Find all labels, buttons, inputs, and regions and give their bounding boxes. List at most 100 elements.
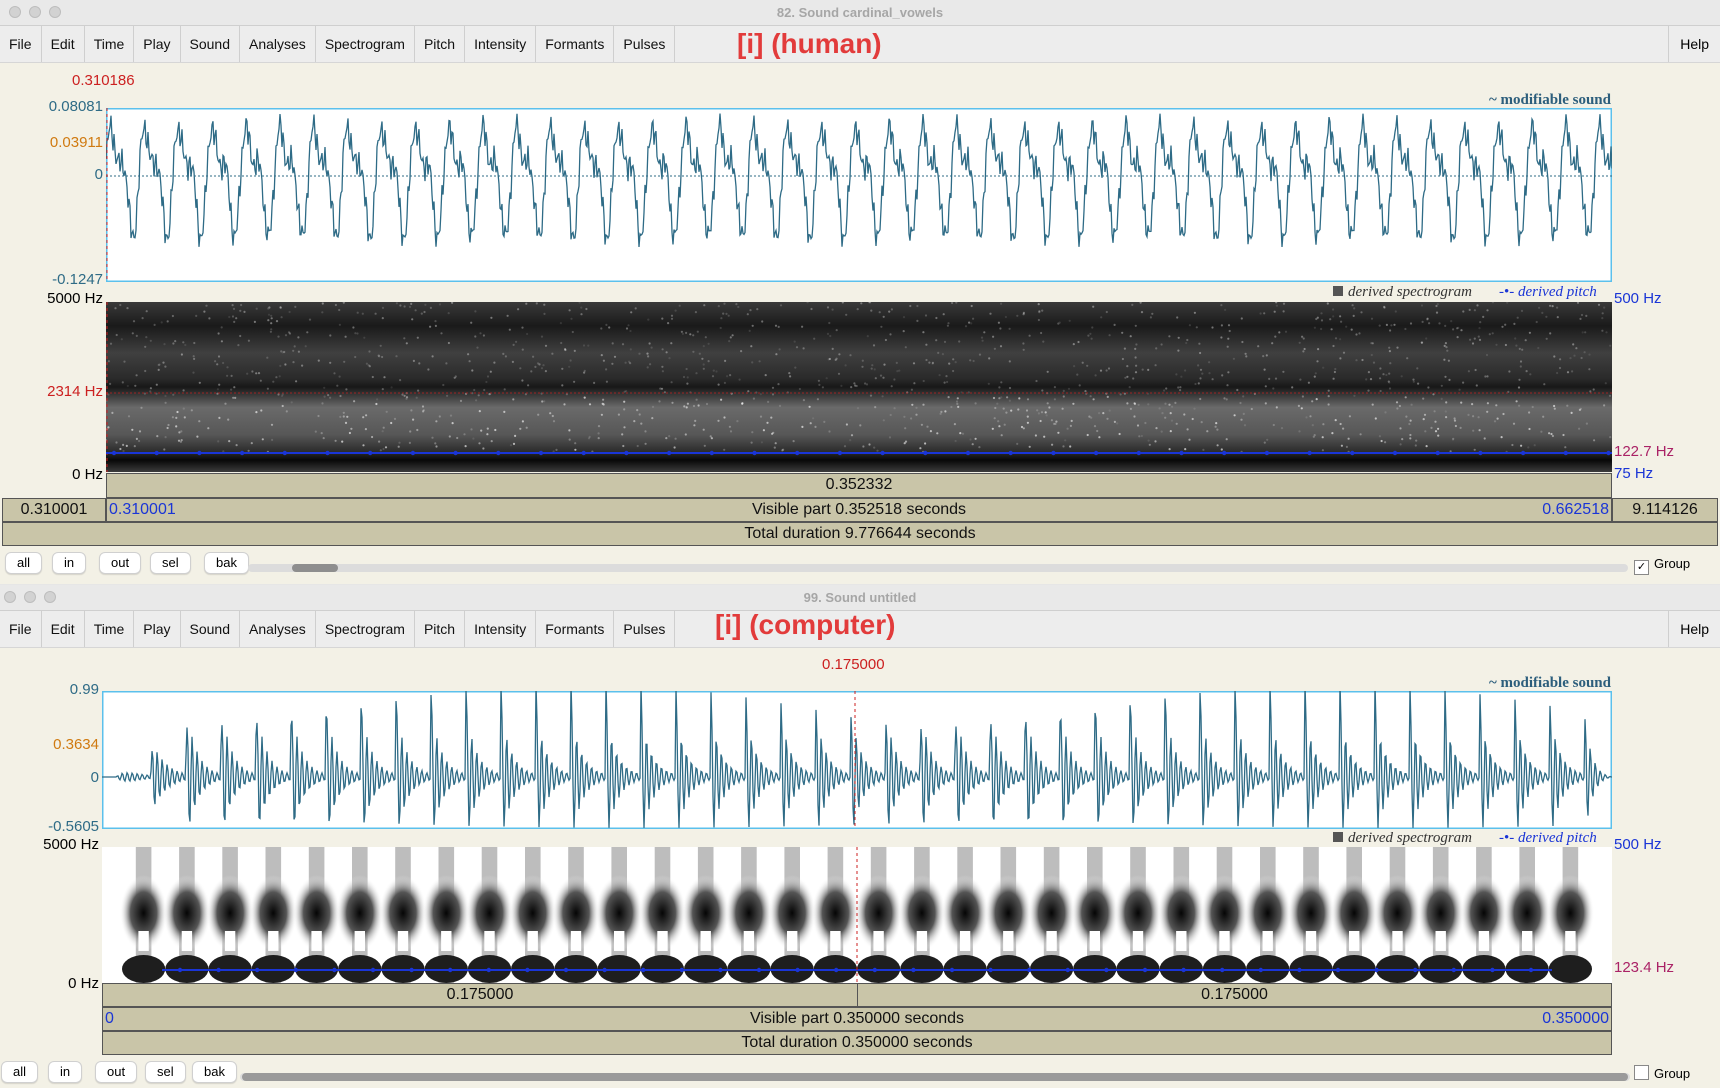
spectrogram-speckle (442, 383, 445, 387)
menu-pulses[interactable]: Pulses (614, 611, 676, 647)
spectrogram-speckle (1265, 354, 1268, 357)
right-out-of-view-bar[interactable]: 9.114126 (1612, 498, 1718, 522)
spectrogram-speckle (1519, 365, 1522, 368)
visible-part-bar[interactable]: 0 Visible part 0.350000 seconds 0.350000 (102, 1007, 1612, 1031)
waveform-plot[interactable] (102, 691, 1612, 829)
group-checkbox[interactable]: ✓ Group (1634, 556, 1690, 575)
zoom-in-button[interactable]: in (48, 1061, 83, 1083)
menu-sound[interactable]: Sound (181, 26, 240, 62)
menu-intensity[interactable]: Intensity (465, 611, 537, 647)
visible-part-bar[interactable]: 0.310001 Visible part 0.352518 seconds 0… (106, 498, 1612, 522)
spectrogram-speckle (673, 446, 676, 449)
menu-pitch[interactable]: Pitch (415, 611, 466, 647)
pitch-point (1008, 450, 1013, 456)
spectrogram-speckle (259, 379, 262, 382)
spectrogram-speckle (503, 388, 506, 391)
spectrogram-speckle (1155, 427, 1158, 430)
menu-spectrogram[interactable]: Spectrogram (316, 26, 415, 62)
zoom-all-button[interactable]: all (1, 1061, 39, 1083)
spectrogram-speckle (486, 433, 489, 436)
spectrogram-speckle (422, 409, 425, 412)
menu-help[interactable]: Help (1668, 26, 1720, 62)
spectrogram-speckle (728, 340, 731, 343)
spectrogram-speckle (160, 321, 163, 324)
menu-formants[interactable]: Formants (536, 611, 615, 647)
menu-time[interactable]: Time (85, 611, 135, 647)
selection-right-bar[interactable]: 0.175000 (857, 983, 1612, 1007)
menu-pulses[interactable]: Pulses (614, 26, 676, 62)
left-out-of-view-bar[interactable]: 0.310001 (2, 498, 106, 522)
spectrogram-speckle (378, 440, 381, 443)
spectrogram-speckle (454, 375, 457, 378)
spectrogram-speckle (1086, 364, 1089, 367)
menu-time[interactable]: Time (85, 26, 135, 62)
spectrogram-speckle (702, 345, 705, 348)
zoom-back-button[interactable]: bak (204, 552, 249, 574)
spectrogram-speckle (107, 426, 110, 429)
menu-file[interactable]: File (0, 26, 42, 62)
menu-help[interactable]: Help (1668, 611, 1720, 647)
waveform-plot[interactable] (106, 108, 1612, 282)
spectrogram-speckle (1121, 357, 1124, 361)
zoom-in-button[interactable]: in (52, 552, 87, 574)
spectrogram-speckle (267, 319, 270, 322)
zoom-out-button[interactable]: out (95, 1061, 138, 1083)
spectrogram-speckle (290, 401, 293, 404)
spectrogram-speckle (379, 449, 382, 452)
spectrogram-speckle (1485, 353, 1489, 357)
zoom-back-button[interactable]: bak (192, 1061, 237, 1083)
horizontal-scrollbar[interactable] (248, 564, 1628, 572)
scrollbar-thumb[interactable] (292, 564, 338, 572)
menu-sound[interactable]: Sound (181, 611, 240, 647)
menu-pitch[interactable]: Pitch (415, 26, 466, 62)
spectrogram-speckle (233, 320, 236, 323)
spectrogram-speckle (1543, 383, 1546, 386)
menu-play[interactable]: Play (134, 611, 181, 647)
horizontal-scrollbar[interactable] (240, 1073, 1630, 1081)
overlay-title: [i] (computer) (715, 609, 896, 640)
spectrogram-speckle (1469, 338, 1472, 341)
spectrogram-speckle (1179, 386, 1182, 389)
spectrogram-gap (1262, 931, 1273, 951)
spectrogram-speckle (1312, 435, 1315, 438)
pitch-point (154, 450, 159, 456)
spectrogram-speckle (1066, 427, 1069, 430)
zoom-selection-button[interactable]: sel (145, 1061, 186, 1083)
total-duration-bar[interactable]: Total duration 0.350000 seconds (102, 1031, 1612, 1055)
selection-left-bar[interactable]: 0.175000 (102, 983, 858, 1007)
spectrogram-speckle (122, 443, 125, 446)
menu-edit[interactable]: Edit (42, 611, 85, 647)
menu-intensity[interactable]: Intensity (465, 26, 537, 62)
total-duration-bar[interactable]: Total duration 9.776644 seconds (2, 522, 1718, 546)
group-checkbox[interactable]: Group (1634, 1065, 1690, 1081)
spectrogram-speckle (1220, 304, 1223, 307)
menu-play[interactable]: Play (134, 26, 181, 62)
spectrogram-speckle (1220, 336, 1223, 339)
spectrogram-speckle (1339, 338, 1342, 341)
zoom-selection-button[interactable]: sel (150, 552, 191, 574)
pitch-point (880, 450, 885, 456)
zoom-all-button[interactable]: all (5, 552, 43, 574)
menu-spectrogram[interactable]: Spectrogram (316, 611, 415, 647)
scrollbar-thumb[interactable] (242, 1073, 1628, 1081)
spectrogram-gap (1565, 931, 1576, 951)
spectrogram-speckle (126, 384, 129, 388)
spectrogram-speckle (1482, 315, 1485, 318)
selection-duration-bar[interactable]: 0.352332 (106, 473, 1612, 498)
spectrogram-gap (484, 931, 495, 951)
menu-file[interactable]: File (0, 611, 42, 647)
spectrogram-plot[interactable] (102, 847, 1612, 993)
spectrogram-speckle (955, 400, 959, 403)
menu-formants[interactable]: Formants (536, 26, 615, 62)
spectrogram-speckle (343, 360, 346, 363)
menu-edit[interactable]: Edit (42, 26, 85, 62)
spectrogram-speckle (947, 322, 950, 325)
spectrogram-speckle (1412, 380, 1415, 383)
spectrogram-speckle (925, 343, 928, 346)
spectrogram-plot[interactable] (106, 302, 1612, 472)
menu-analyses[interactable]: Analyses (240, 611, 316, 647)
menu-analyses[interactable]: Analyses (240, 26, 316, 62)
zoom-out-button[interactable]: out (99, 552, 142, 574)
spectrogram-speckle (1527, 446, 1530, 449)
spectrogram-speckle (342, 415, 345, 418)
